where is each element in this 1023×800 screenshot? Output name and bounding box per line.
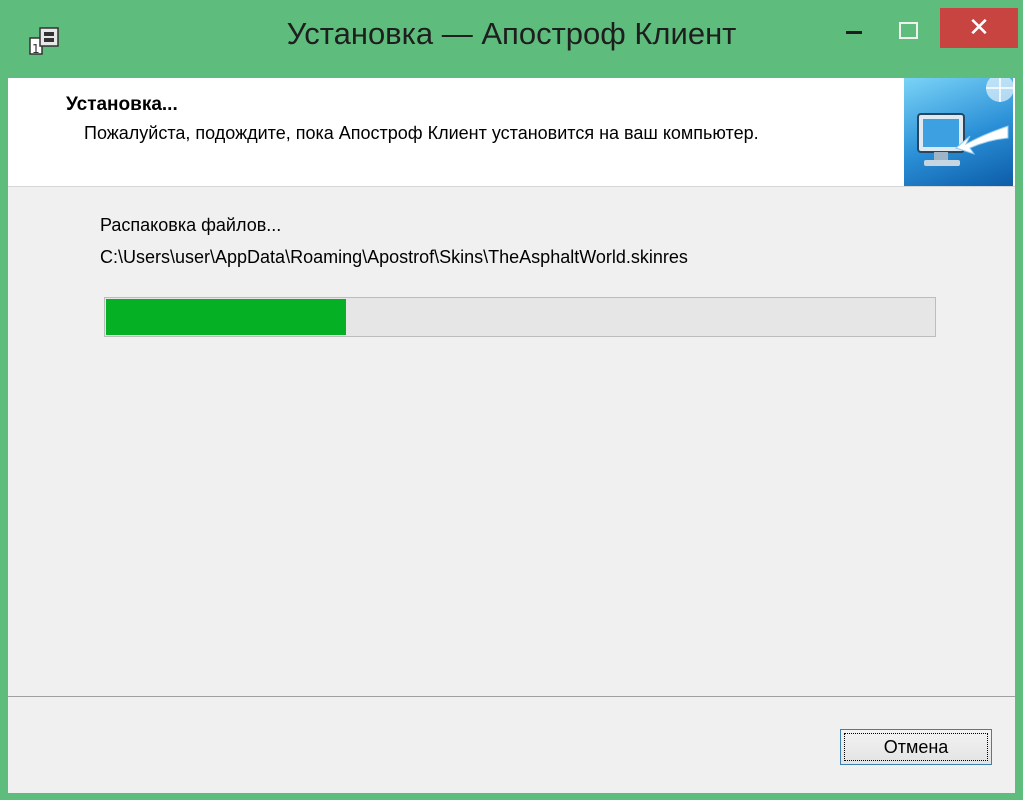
status-label: Распаковка файлов... (100, 215, 282, 235)
page-description: Пожалуйста, подождите, пока Апостроф Кли… (84, 123, 759, 143)
install-progress-bar (104, 297, 936, 337)
wizard-header: Установка... Пожалуйста, подождите, пока… (8, 78, 1015, 187)
cancel-button[interactable]: Отмена (840, 729, 992, 765)
wizard-footer: Отмена (8, 696, 1015, 793)
progress-bar-fill (106, 299, 346, 335)
wizard-body: Распаковка файлов... C:\Users\user\AppDa… (8, 187, 1015, 696)
title-bar[interactable]: 1 Установка — Апостроф Клиент ✕ (0, 0, 1023, 78)
monitor-install-icon (904, 78, 1013, 186)
minimize-button[interactable] (830, 10, 878, 50)
maximize-button[interactable] (884, 10, 932, 50)
page-title: Установка... (66, 94, 178, 115)
close-icon: ✕ (968, 13, 990, 43)
installer-window: 1 Установка — Апостроф Клиент ✕ Установк… (0, 0, 1023, 800)
close-button[interactable]: ✕ (940, 8, 1018, 48)
current-file-path: C:\Users\user\AppData\Roaming\Apostrof\S… (100, 247, 688, 267)
